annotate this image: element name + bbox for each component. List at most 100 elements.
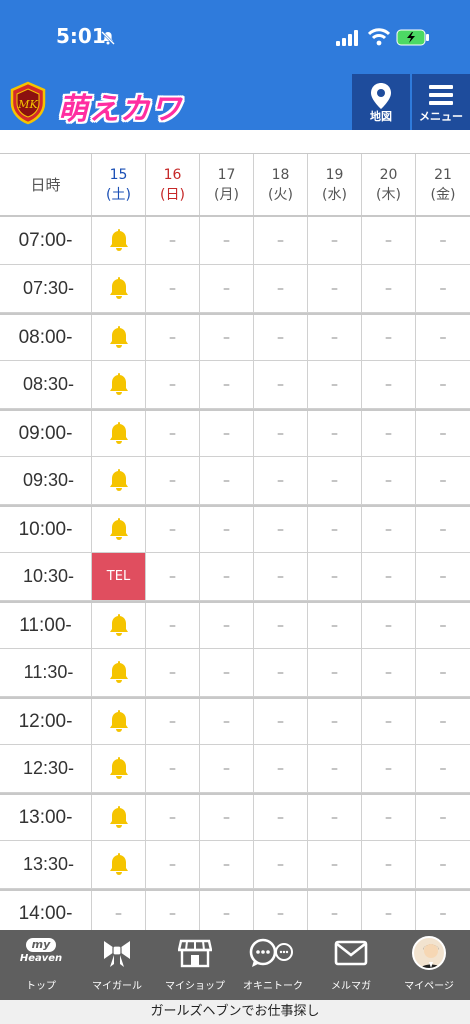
unavailable-cell: – xyxy=(362,457,416,504)
dash-mark: – xyxy=(277,617,284,634)
reserve-bell-cell[interactable] xyxy=(92,265,146,312)
signal-icon xyxy=(336,30,358,46)
dash-mark: – xyxy=(169,472,176,489)
nav-my-girl[interactable]: マイガール xyxy=(78,930,156,1000)
reserve-bell-cell[interactable] xyxy=(92,745,146,792)
dash-mark: – xyxy=(223,280,230,297)
table-row: 13:00- – – – – – – xyxy=(0,793,470,841)
dash-mark: – xyxy=(277,280,284,297)
dash-mark: – xyxy=(439,568,447,585)
day-date: 16 xyxy=(163,166,182,183)
dash-mark: – xyxy=(439,425,447,442)
tel-label: TEL xyxy=(106,569,131,584)
unavailable-cell: – xyxy=(200,217,254,264)
menu-button[interactable]: メニュー xyxy=(412,74,470,130)
dash-mark: – xyxy=(331,713,338,730)
reserve-bell-cell[interactable] xyxy=(92,699,146,744)
dash-mark: – xyxy=(439,617,447,634)
dash-mark: – xyxy=(331,280,338,297)
nav-mail-magazine-label: メルマガ xyxy=(331,981,371,992)
nav-my-page[interactable]: マイページ xyxy=(390,930,468,1000)
job-search-footer[interactable]: ガールズヘブンでお仕事探し xyxy=(0,1000,470,1024)
unavailable-cell: – xyxy=(416,265,470,312)
time-cell: 07:00- xyxy=(0,217,92,264)
dash-mark: – xyxy=(439,280,447,297)
reserve-bell-cell[interactable] xyxy=(92,841,146,888)
reserve-bell-cell[interactable] xyxy=(92,457,146,504)
dash-mark: – xyxy=(385,376,392,393)
nav-top[interactable]: my Heaven トップ xyxy=(2,930,80,1000)
unavailable-cell: – xyxy=(254,361,308,408)
tel-button[interactable]: TEL xyxy=(92,553,146,600)
reserve-bell-cell[interactable] xyxy=(92,507,146,552)
dash-mark: – xyxy=(331,329,338,346)
dash-mark: – xyxy=(331,856,338,873)
dash-mark: – xyxy=(439,760,447,777)
reserve-bell-cell[interactable] xyxy=(92,217,146,264)
unavailable-cell: – xyxy=(146,265,200,312)
unavailable-cell: – xyxy=(362,315,416,360)
bell-icon xyxy=(109,852,128,875)
dash-mark: – xyxy=(223,376,230,393)
dash-mark: – xyxy=(169,376,176,393)
avatar xyxy=(412,936,446,970)
schedule-table: 日時 15 (土) 16 (日) 17 (月) 18 (火) 19 (水) 20 (木) 21 (金) 0… xyxy=(0,153,470,937)
day-weekday: (月) xyxy=(214,186,239,203)
time-label: 13:00- xyxy=(18,806,73,828)
nav-mail-magazine[interactable]: メルマガ xyxy=(312,930,390,1000)
bell-off-icon xyxy=(101,31,115,45)
dash-mark: – xyxy=(439,809,447,826)
status-bar: 5:01 xyxy=(0,0,470,74)
reserve-bell-cell[interactable] xyxy=(92,315,146,360)
dash-mark: – xyxy=(169,568,176,585)
nav-okini-talk[interactable]: オキニトーク xyxy=(234,930,312,1000)
time-cell: 09:00- xyxy=(0,411,92,456)
unavailable-cell: – xyxy=(254,265,308,312)
unavailable-cell: – xyxy=(362,411,416,456)
bell-icon xyxy=(109,468,128,491)
reserve-bell-cell[interactable] xyxy=(92,795,146,840)
dash-mark: – xyxy=(277,664,284,681)
day-date: 20 xyxy=(379,166,398,183)
time-cell: 10:00- xyxy=(0,507,92,552)
dash-mark: – xyxy=(277,376,284,393)
nav-my-page-label: マイページ xyxy=(404,981,454,992)
dash-mark: – xyxy=(331,376,338,393)
dash-mark: – xyxy=(385,329,392,346)
time-cell: 08:30- xyxy=(0,361,92,408)
time-label: 09:00- xyxy=(18,422,73,444)
day-header-19: 19 (水) xyxy=(308,154,362,215)
dash-mark: – xyxy=(385,280,392,297)
unavailable-cell: – xyxy=(308,361,362,408)
dash-mark: – xyxy=(439,472,447,489)
dash-mark: – xyxy=(385,521,392,538)
day-label: 18 (火) xyxy=(268,165,293,205)
site-logo[interactable]: MK 萌えカワ xyxy=(8,80,194,127)
reserve-bell-cell[interactable] xyxy=(92,411,146,456)
reserve-bell-cell[interactable] xyxy=(92,649,146,696)
dash-mark: – xyxy=(439,664,447,681)
table-row: 08:00- – – – – – – xyxy=(0,313,470,361)
time-cell: 13:00- xyxy=(0,795,92,840)
nav-my-shop[interactable]: マイショップ xyxy=(156,930,234,1000)
shop-icon xyxy=(178,939,212,968)
unavailable-cell: – xyxy=(254,603,308,648)
unavailable-cell: – xyxy=(308,411,362,456)
dash-mark: – xyxy=(385,905,392,922)
bell-icon xyxy=(109,228,128,251)
reserve-bell-cell[interactable] xyxy=(92,603,146,648)
my-heaven-logo-icon: my Heaven xyxy=(14,938,68,968)
reserve-bell-cell[interactable] xyxy=(92,361,146,408)
unavailable-cell: – xyxy=(416,507,470,552)
dash-mark: – xyxy=(385,617,392,634)
map-button[interactable]: 地図 xyxy=(352,74,410,130)
unavailable-cell: – xyxy=(254,457,308,504)
bell-icon xyxy=(109,276,128,299)
time-label: 13:30- xyxy=(22,854,75,874)
time-cell: 11:30- xyxy=(0,649,92,696)
unavailable-cell: – xyxy=(254,217,308,264)
dash-mark: – xyxy=(439,376,447,393)
unavailable-cell: – xyxy=(308,315,362,360)
bottom-nav: my Heaven トップ マイガール マイショップ オキニトーク メルマガ マ… xyxy=(0,930,470,1000)
dash-mark: – xyxy=(385,472,392,489)
